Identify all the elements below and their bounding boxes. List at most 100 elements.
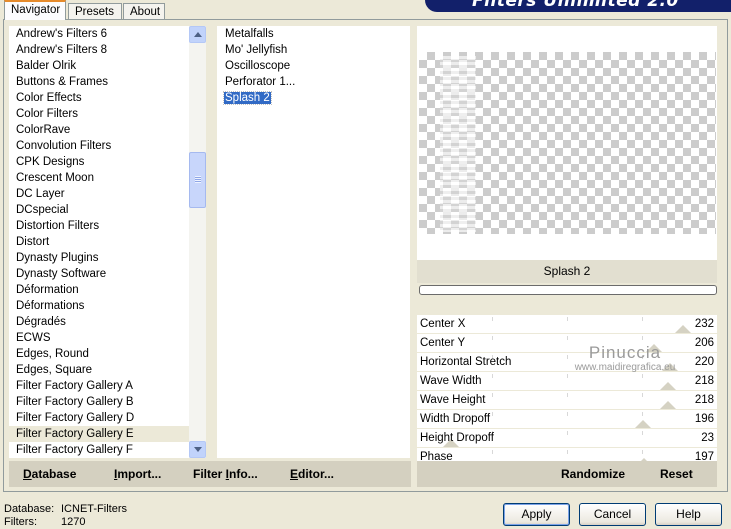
param-slider[interactable]: Horizontal Stretch 220 — [417, 353, 717, 372]
param-value: 23 — [701, 432, 714, 444]
status-database: Database: ICNET-Filters — [4, 503, 127, 515]
editor-button[interactable]: Editor... — [290, 461, 334, 487]
filter-item[interactable]: Perforator 1... — [217, 74, 410, 90]
param-slider[interactable]: Wave Width 218 — [417, 372, 717, 391]
category-list[interactable]: Andrew's Filters 6 Andrew's Filters 8 Bald… — [9, 26, 189, 458]
tab-presets[interactable]: Presets — [68, 3, 122, 19]
filter-list[interactable]: Metalfalls Mo' Jellyfish Oscilloscope Perfo… — [217, 26, 410, 458]
filter-item[interactable]: Mo' Jellyfish — [217, 42, 410, 58]
category-item[interactable]: Déformation — [9, 282, 189, 298]
category-item[interactable]: Filter Factory Gallery E — [9, 426, 189, 442]
slider-tick — [642, 412, 643, 416]
preview-filter-name: Splash 2 — [417, 260, 717, 283]
category-item[interactable]: Color Effects — [9, 90, 189, 106]
param-slider[interactable]: Width Dropoff 196 — [417, 410, 717, 429]
category-item[interactable]: Filter Factory Gallery D — [9, 410, 189, 426]
category-item[interactable]: ColorRave — [9, 122, 189, 138]
category-item[interactable]: Filter Factory Gallery B — [9, 394, 189, 410]
category-item[interactable]: Dynasty Software — [9, 266, 189, 282]
param-slider[interactable]: Center X 232 — [417, 315, 717, 334]
param-label: Center Y — [420, 337, 466, 349]
filter-item[interactable]: Metalfalls — [217, 26, 410, 42]
category-item[interactable]: Dégradés — [9, 314, 189, 330]
slider-tick — [642, 355, 643, 359]
category-item[interactable]: Distortion Filters — [9, 218, 189, 234]
param-label: Wave Width — [420, 375, 482, 387]
filter-item-label: Oscilloscope — [225, 60, 291, 72]
status-filters: Filters: 1270 — [4, 516, 85, 528]
preview-splash-effect — [440, 56, 476, 232]
slider-thumb[interactable] — [662, 363, 678, 371]
progress-bar — [419, 285, 717, 295]
slider-tick — [567, 336, 568, 340]
category-item[interactable]: Edges, Square — [9, 362, 189, 378]
slider-thumb[interactable] — [660, 401, 676, 409]
slider-tick — [492, 393, 493, 397]
slider-tick — [642, 374, 643, 378]
category-item[interactable]: DC Layer — [9, 186, 189, 202]
category-item[interactable]: Andrew's Filters 8 — [9, 42, 189, 58]
category-item[interactable]: Filter Factory Gallery F — [9, 442, 189, 458]
slider-tick — [492, 317, 493, 321]
slider-tick — [567, 374, 568, 378]
scroll-down-icon[interactable] — [189, 441, 206, 458]
param-slider[interactable]: Height Dropoff 23 — [417, 429, 717, 448]
status-database-value: ICNET-Filters — [61, 503, 127, 515]
param-label: Center X — [420, 318, 466, 330]
filter-item-label: Perforator 1... — [225, 76, 296, 88]
filter-item[interactable]: Splash 2 — [217, 90, 410, 106]
slider-tick — [492, 450, 493, 454]
category-item[interactable]: Edges, Round — [9, 346, 189, 362]
apply-button[interactable]: Apply — [503, 503, 570, 526]
filter-item-label: Splash 2 — [223, 91, 272, 105]
slider-tick — [567, 450, 568, 454]
scroll-thumb[interactable] — [189, 152, 206, 208]
cancel-button[interactable]: Cancel — [579, 503, 646, 526]
tab-navigator[interactable]: Navigator — [4, 0, 66, 20]
category-scrollbar[interactable] — [189, 26, 206, 458]
randomize-button[interactable]: Randomize — [561, 461, 625, 487]
left-action-bar: Database Import... Filter Info... Editor… — [9, 461, 411, 487]
slider-thumb[interactable] — [675, 325, 691, 333]
category-item[interactable]: Buttons & Frames — [9, 74, 189, 90]
slider-tick — [492, 412, 493, 416]
category-item[interactable]: Balder Olrik — [9, 58, 189, 74]
slider-thumb[interactable] — [660, 382, 676, 390]
status-database-label: Database: — [4, 503, 55, 515]
category-item[interactable]: Crescent Moon — [9, 170, 189, 186]
category-item[interactable]: Filter Factory Gallery A — [9, 378, 189, 394]
category-item[interactable]: DCspecial — [9, 202, 189, 218]
category-item[interactable]: CPK Designs — [9, 154, 189, 170]
param-value: 220 — [694, 356, 714, 368]
category-item[interactable]: Color Filters — [9, 106, 189, 122]
param-value: 232 — [694, 318, 714, 330]
slider-thumb[interactable] — [635, 420, 651, 428]
slider-tick — [567, 412, 568, 416]
category-item[interactable]: ECWS — [9, 330, 189, 346]
help-button[interactable]: Help — [655, 503, 722, 526]
param-value: 196 — [694, 413, 714, 425]
param-label: Wave Height — [420, 394, 486, 406]
category-item[interactable]: Distort — [9, 234, 189, 250]
category-item[interactable]: Déformations — [9, 298, 189, 314]
filter-item-label: Mo' Jellyfish — [225, 44, 288, 56]
scroll-up-icon[interactable] — [189, 26, 206, 43]
slider-thumb[interactable] — [646, 344, 662, 352]
category-item[interactable]: Dynasty Plugins — [9, 250, 189, 266]
slider-tick — [642, 317, 643, 321]
filter-item[interactable]: Oscilloscope — [217, 58, 410, 74]
param-label: Height Dropoff — [420, 432, 494, 444]
reset-button[interactable]: Reset — [660, 461, 693, 487]
filter-item-label: Metalfalls — [225, 28, 274, 40]
import-button[interactable]: Import... — [114, 461, 161, 487]
filter-info-button[interactable]: Filter Info... — [193, 461, 258, 487]
tab-about[interactable]: About — [123, 3, 165, 19]
database-button[interactable]: Database — [23, 461, 76, 487]
param-slider[interactable]: Wave Height 218 — [417, 391, 717, 410]
category-item[interactable]: Convolution Filters — [9, 138, 189, 154]
category-item[interactable]: Andrew's Filters 6 — [9, 26, 189, 42]
slider-tick — [642, 431, 643, 435]
slider-tick — [642, 336, 643, 340]
param-slider[interactable]: Center Y 206 — [417, 334, 717, 353]
param-label: Width Dropoff — [420, 413, 491, 425]
